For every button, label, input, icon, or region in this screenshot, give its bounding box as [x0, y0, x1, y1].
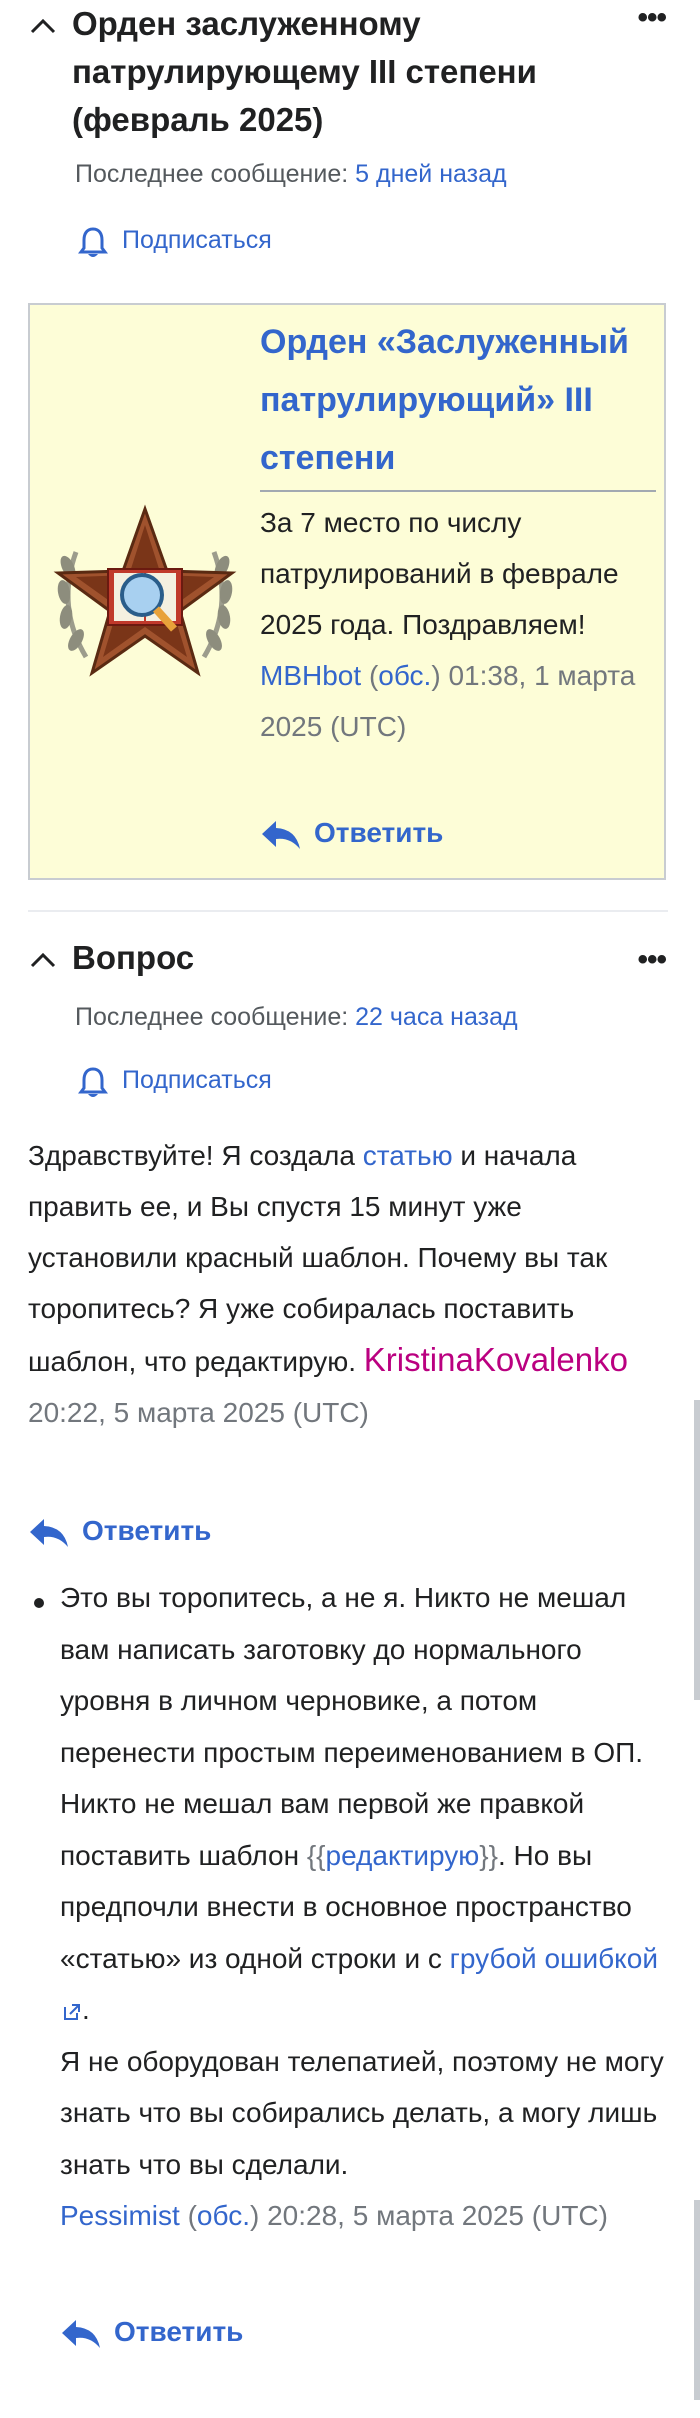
award-star-icon	[53, 504, 237, 677]
topic-title: Вопрос	[72, 939, 195, 976]
comment-post: Здравствуйте! Я создала статью и начала …	[28, 1140, 628, 1428]
external-link[interactable]: грубой ошибкой	[450, 1943, 658, 1974]
reply-icon	[62, 2320, 100, 2348]
award-description: За 7 место по числу патрулирований в фев…	[260, 507, 636, 742]
article-link[interactable]: статью	[363, 1140, 453, 1171]
scrollbar[interactable]	[694, 1400, 700, 1700]
bell-icon	[78, 1067, 108, 1097]
last-message-link[interactable]: 22 часа назад	[355, 1003, 517, 1031]
last-message-info: Последнее сообщение: 22 часа назад	[75, 1003, 518, 1031]
scrollbar[interactable]	[694, 2200, 700, 2400]
collapse-chevron-icon[interactable]	[28, 948, 58, 972]
award-box: Орден «Заслуженный патрулирующий» III ст…	[28, 303, 666, 880]
list-bullet	[34, 1598, 44, 1608]
user-link[interactable]: MBHbot	[260, 660, 361, 691]
talk-link[interactable]: обс.	[378, 660, 431, 691]
reply-icon	[30, 1519, 68, 1547]
last-message-link[interactable]: 5 дней назад	[355, 160, 506, 188]
bell-icon	[78, 227, 108, 257]
timestamp[interactable]: 20:22, 5 марта 2025 (UTC)	[28, 1397, 369, 1428]
last-message-info: Последнее сообщение: 5 дней назад	[75, 160, 507, 188]
collapse-chevron-icon[interactable]	[28, 14, 58, 38]
topic-divider	[28, 910, 668, 912]
reply-icon	[262, 821, 300, 849]
talk-link[interactable]: обс.	[197, 2200, 250, 2231]
user-link[interactable]: KristinaKovalenko	[364, 1341, 628, 1378]
more-options-icon[interactable]: •••	[637, 3, 666, 33]
award-title-link[interactable]: Орден «Заслуженный патрулирующий» III ст…	[260, 313, 660, 487]
more-options-icon[interactable]: •••	[637, 945, 666, 975]
user-link[interactable]: Pessimist	[60, 2200, 180, 2231]
external-link-icon	[64, 2003, 80, 2020]
award-divider	[260, 490, 656, 492]
reply-comment: Это вы торопитесь, а не я. Никто не меша…	[60, 1582, 664, 2231]
template-link[interactable]: редактирую	[326, 1840, 480, 1871]
topic-title: Орден заслуженному патрулирующему III ст…	[72, 5, 537, 138]
timestamp[interactable]: 20:28, 5 марта 2025 (UTC)	[259, 2200, 608, 2231]
